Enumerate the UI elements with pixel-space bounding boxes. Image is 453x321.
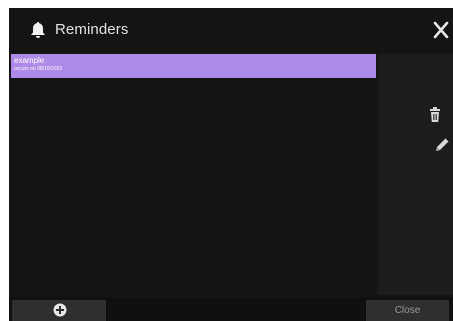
bell-icon <box>31 22 45 38</box>
pencil-icon[interactable] <box>433 136 451 154</box>
bottom-bar: Close <box>9 297 453 321</box>
trash-icon[interactable] <box>426 106 444 124</box>
plus-circle-icon <box>53 303 67 317</box>
action-panel <box>378 54 453 295</box>
reminder-date: occurs on 08/10/2023 <box>14 66 63 72</box>
reminders-window: Reminders example occurs on 08/10/2023 C… <box>9 8 453 321</box>
add-reminder-button[interactable] <box>12 300 106 321</box>
reminder-title: example <box>14 56 45 65</box>
list-item[interactable]: example occurs on 08/10/2023 <box>11 54 376 78</box>
title-bar: Reminders <box>9 8 453 52</box>
reminder-list: example occurs on 08/10/2023 <box>11 54 376 295</box>
close-icon[interactable] <box>433 20 449 40</box>
close-button[interactable]: Close <box>366 300 449 321</box>
window-title: Reminders <box>55 21 129 38</box>
